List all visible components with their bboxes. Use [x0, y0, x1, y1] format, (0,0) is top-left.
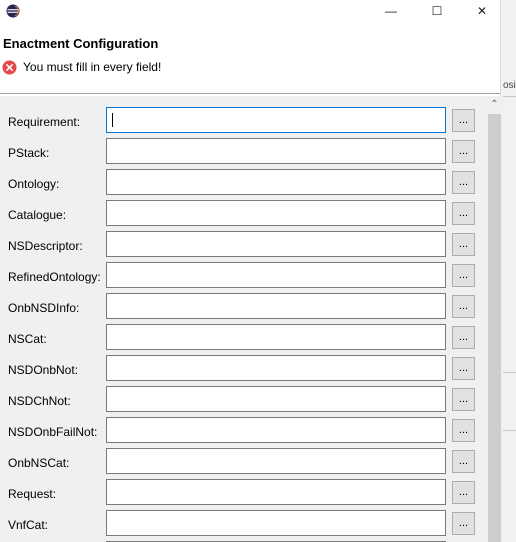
minimize-icon: — — [385, 4, 397, 18]
field-label: OnbNSCat: — [8, 456, 70, 470]
field-input[interactable] — [106, 138, 446, 164]
configuration-form: Requirement:... PStack:... Ontology:... Cat… — [0, 96, 486, 542]
field-label: NSDOnbNot: — [8, 363, 79, 377]
close-icon: ✕ — [476, 4, 488, 18]
field-input[interactable] — [106, 293, 446, 319]
field-row: NSCat:... — [0, 324, 486, 352]
field-label: Request: — [8, 487, 57, 501]
field-input[interactable] — [106, 479, 446, 505]
text-caret — [112, 113, 113, 127]
field-input[interactable] — [106, 386, 446, 412]
field-input[interactable] — [106, 169, 446, 195]
field-row: NSDOnbFailNot:... — [0, 417, 486, 445]
browse-button[interactable]: ... — [452, 419, 475, 442]
browse-button[interactable]: ... — [452, 295, 475, 318]
dialog-title: Enactment Configuration — [3, 36, 159, 51]
scroll-up-icon[interactable]: ⌃ — [486, 96, 503, 113]
background-text-fragment: osi — [503, 80, 516, 91]
field-input[interactable] — [106, 107, 446, 133]
browse-button[interactable]: ... — [452, 171, 475, 194]
browse-button[interactable]: ... — [452, 233, 475, 256]
field-row: PStack:... — [0, 138, 486, 166]
field-input[interactable] — [106, 262, 446, 288]
field-label: VnfCat: — [8, 518, 49, 532]
browse-button[interactable]: ... — [452, 481, 475, 504]
field-row: Request:... — [0, 479, 486, 507]
error-icon — [2, 60, 17, 75]
browse-button[interactable]: ... — [452, 202, 475, 225]
field-label: PStack: — [8, 146, 50, 160]
title-bar[interactable]: — ☐ ✕ — [0, 0, 500, 24]
field-input[interactable] — [106, 448, 446, 474]
field-row: NSDOnbNot:... — [0, 355, 486, 383]
field-row: Requirement:... — [0, 107, 486, 135]
eclipse-app-icon — [6, 4, 20, 18]
field-row: Catalogue:... — [0, 200, 486, 228]
field-label: OnbNSDInfo: — [8, 301, 80, 315]
field-input[interactable] — [106, 231, 446, 257]
field-input[interactable] — [106, 510, 446, 536]
minimize-button[interactable]: — — [368, 0, 414, 24]
field-input[interactable] — [106, 417, 446, 443]
error-message: You must fill in every field! — [23, 60, 162, 74]
field-label: NSCat: — [8, 332, 47, 346]
field-label: NSDescriptor: — [8, 239, 83, 253]
browse-button[interactable]: ... — [452, 450, 475, 473]
dialog-header: Enactment Configuration You must fill in… — [0, 24, 500, 92]
browse-button[interactable]: ... — [452, 357, 475, 380]
browse-button[interactable]: ... — [452, 388, 475, 411]
browse-button[interactable]: ... — [452, 264, 475, 287]
maximize-icon: ☐ — [431, 4, 443, 18]
field-label: NSDOnbFailNot: — [8, 425, 98, 439]
field-label: RefinedOntology: — [8, 270, 101, 284]
enactment-configuration-dialog: — ☐ ✕ Enactment Configuration You must f… — [0, 0, 503, 542]
maximize-button[interactable]: ☐ — [414, 0, 460, 24]
field-row: Ontology:... — [0, 169, 486, 197]
field-label: Requirement: — [8, 115, 81, 129]
browse-button[interactable]: ... — [452, 326, 475, 349]
scroll-thumb[interactable] — [488, 114, 501, 542]
field-row: NSDescriptor:... — [0, 231, 486, 259]
field-row: NSDChNot:... — [0, 386, 486, 414]
field-row: OnbNSDInfo:... — [0, 293, 486, 321]
browse-button[interactable]: ... — [452, 512, 475, 535]
field-input[interactable] — [106, 200, 446, 226]
close-button[interactable]: ✕ — [459, 0, 505, 24]
field-label: Catalogue: — [8, 208, 67, 222]
field-label: Ontology: — [8, 177, 60, 191]
browse-button[interactable]: ... — [452, 109, 475, 132]
browse-button[interactable]: ... — [452, 140, 475, 163]
field-input[interactable] — [106, 355, 446, 381]
field-label: NSDChNot: — [8, 394, 71, 408]
field-row: RefinedOntology:... — [0, 262, 486, 290]
vertical-scrollbar[interactable]: ⌃ — [486, 96, 503, 542]
field-row: VnfCat:... — [0, 510, 486, 538]
field-row: OnbNSCat:... — [0, 448, 486, 476]
field-input[interactable] — [106, 324, 446, 350]
